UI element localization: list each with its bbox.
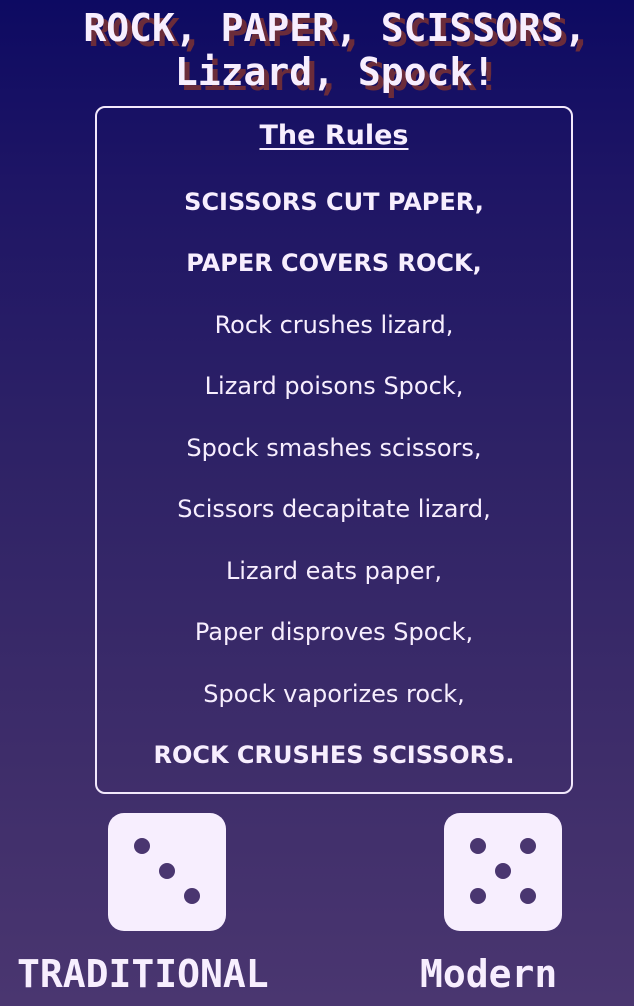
die-pip bbox=[134, 838, 150, 854]
traditional-mode-button[interactable]: TRADITIONAL bbox=[17, 952, 269, 996]
modern-mode-button[interactable]: Modern bbox=[420, 952, 557, 996]
dice-three-icon[interactable] bbox=[108, 813, 226, 931]
die-pip bbox=[520, 838, 536, 854]
rule-item: Scissors decapitate lizard, bbox=[177, 495, 491, 523]
die-pip bbox=[470, 888, 486, 904]
rules-heading: The Rules bbox=[259, 120, 409, 151]
die-pip bbox=[495, 863, 511, 879]
rule-item: Spock smashes scissors, bbox=[186, 434, 482, 462]
rule-item: PAPER COVERS ROCK, bbox=[186, 249, 482, 277]
game-title-line-2: Lizard, Spock! bbox=[174, 50, 496, 94]
die-pip bbox=[470, 838, 486, 854]
die-pip bbox=[159, 863, 175, 879]
rule-item: ROCK CRUSHES SCISSORS. bbox=[153, 741, 515, 769]
game-title-line-1: ROCK, PAPER, SCISSORS, bbox=[83, 6, 587, 50]
dice-five-icon[interactable] bbox=[444, 813, 562, 931]
rule-item: Lizard poisons Spock, bbox=[204, 372, 464, 400]
die-pip bbox=[520, 888, 536, 904]
rule-item: Rock crushes lizard, bbox=[214, 311, 454, 339]
rule-item: SCISSORS CUT PAPER, bbox=[184, 188, 484, 216]
die-pip bbox=[184, 888, 200, 904]
rules-panel: The Rules SCISSORS CUT PAPER, PAPER COVE… bbox=[95, 106, 573, 794]
rule-item: Lizard eats paper, bbox=[225, 557, 443, 585]
rule-item: Paper disproves Spock, bbox=[194, 618, 474, 646]
rule-item: Spock vaporizes rock, bbox=[203, 680, 465, 708]
